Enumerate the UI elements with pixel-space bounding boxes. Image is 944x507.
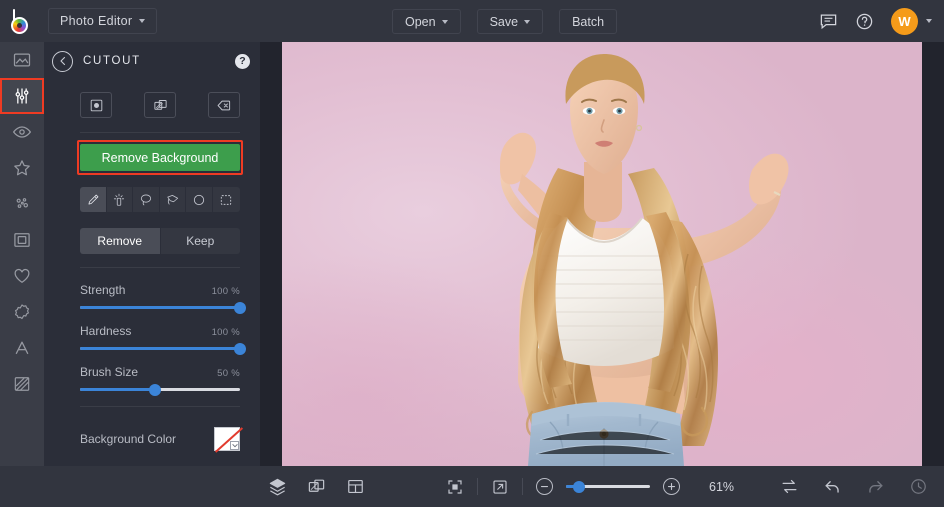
sidebar-item-artsy[interactable]	[0, 186, 44, 222]
batch-button[interactable]: Batch	[559, 9, 617, 34]
tool-brush[interactable]	[80, 187, 107, 212]
sidebar-item-text[interactable]	[0, 330, 44, 366]
sidebar-item-edit[interactable]	[0, 78, 44, 114]
tool-lasso[interactable]	[133, 187, 160, 212]
cutout-panel: CUTOUT ?	[44, 42, 260, 466]
hardness-track[interactable]	[80, 347, 240, 350]
sidebar-item-effects[interactable]	[0, 150, 44, 186]
photo-canvas[interactable]	[260, 42, 944, 466]
zoom-slider-knob[interactable]	[573, 481, 585, 493]
sidebar-item-textures[interactable]	[0, 366, 44, 402]
brush-size-slider: Brush Size 50 %	[80, 365, 240, 391]
chevron-down-icon[interactable]	[230, 441, 239, 450]
mode-cutout-erase[interactable]	[208, 92, 240, 118]
top-right-actions: W	[819, 0, 932, 42]
layers-icon[interactable]	[268, 477, 287, 496]
chevron-down-icon[interactable]	[926, 19, 932, 23]
batch-label: Batch	[572, 15, 604, 29]
save-label: Save	[490, 15, 519, 29]
sidebar-item-image[interactable]	[0, 42, 44, 78]
strength-slider: Strength 100 %	[80, 283, 240, 309]
sidebar-item-graphics[interactable]	[0, 294, 44, 330]
chevron-down-icon	[524, 20, 530, 24]
top-actions: Open Save Batch	[392, 9, 617, 34]
app-switcher-label: Photo Editor	[60, 14, 132, 28]
tool-polygon-lasso[interactable]	[160, 187, 187, 212]
tool-magic-wand[interactable]	[107, 187, 134, 212]
background-color-label: Background Color	[80, 432, 176, 446]
save-button[interactable]: Save	[477, 9, 544, 34]
app-logo[interactable]	[0, 0, 44, 42]
brush-size-knob[interactable]	[149, 384, 161, 396]
portrait-figure	[282, 42, 922, 466]
zoom-slider[interactable]	[566, 485, 650, 488]
hardness-value: 100 %	[212, 327, 240, 338]
zoom-controls: 61%	[446, 478, 743, 496]
bottom-toolbar: 61%	[0, 466, 944, 507]
expand-arrow-icon[interactable]	[491, 478, 509, 496]
question-circle-icon[interactable]	[855, 12, 874, 31]
brush-size-value: 50 %	[217, 368, 240, 379]
hardness-label: Hardness	[80, 324, 131, 338]
divider	[80, 132, 240, 133]
remove-background-label: Remove Background	[102, 151, 219, 165]
strength-value: 100 %	[212, 286, 240, 297]
mode-cutout-single[interactable]	[80, 92, 112, 118]
open-label: Open	[405, 15, 436, 29]
zoom-out-button[interactable]	[536, 478, 553, 495]
tool-ellipse[interactable]	[186, 187, 213, 212]
strength-knob[interactable]	[234, 302, 246, 314]
question-mark-icon[interactable]: ?	[235, 54, 250, 69]
crop-overlap-icon[interactable]	[307, 477, 326, 496]
divider	[522, 478, 523, 495]
strength-track[interactable]	[80, 306, 240, 309]
segment-keep[interactable]: Keep	[160, 228, 241, 254]
zoom-in-button[interactable]	[663, 478, 680, 495]
panel-body: Remove Background	[80, 80, 240, 498]
remove-background-button[interactable]: Remove Background	[80, 144, 240, 171]
brush-size-track[interactable]	[80, 388, 240, 391]
strength-label: Strength	[80, 283, 125, 297]
selection-tools-row	[80, 187, 240, 212]
chat-bubble-icon[interactable]	[819, 12, 838, 31]
left-icon-rail	[0, 42, 44, 466]
hardness-knob[interactable]	[234, 343, 246, 355]
mode-cutout-layers[interactable]	[144, 92, 176, 118]
befunky-logo-icon	[11, 9, 34, 34]
page-title: CUTOUT	[83, 55, 225, 67]
clock-icon[interactable]	[909, 477, 928, 496]
tool-rectangle[interactable]	[213, 187, 240, 212]
redo-arrow-icon[interactable]	[866, 477, 885, 496]
cutout-mode-row	[80, 80, 240, 132]
swap-arrows-icon[interactable]	[780, 477, 799, 496]
brush-size-label: Brush Size	[80, 365, 138, 379]
panel-header: CUTOUT ?	[44, 42, 260, 80]
back-arrow-icon[interactable]	[52, 51, 73, 72]
background-color-swatch[interactable]	[214, 427, 240, 451]
sidebar-item-touchup[interactable]	[0, 114, 44, 150]
avatar[interactable]: W	[891, 8, 918, 35]
photo-image[interactable]	[282, 42, 922, 466]
zoom-level-label: 61%	[709, 480, 743, 494]
chevron-down-icon	[442, 20, 448, 24]
top-toolbar: Photo Editor Open Save Batch	[0, 0, 944, 42]
undo-arrow-icon[interactable]	[823, 477, 842, 496]
grid-layout-icon[interactable]	[346, 477, 365, 496]
open-button[interactable]: Open	[392, 9, 461, 34]
fit-screen-icon[interactable]	[446, 478, 464, 496]
remove-keep-toggle: Remove Keep	[80, 228, 240, 254]
segment-remove[interactable]: Remove	[80, 228, 160, 254]
app-switcher[interactable]: Photo Editor	[48, 8, 157, 34]
divider	[477, 478, 478, 495]
hardness-slider: Hardness 100 %	[80, 324, 240, 350]
bottom-left-tools	[268, 477, 365, 496]
chevron-down-icon	[139, 19, 145, 23]
sidebar-item-overlays[interactable]	[0, 258, 44, 294]
background-color-row: Background Color	[80, 427, 240, 451]
sidebar-item-frames[interactable]	[0, 222, 44, 258]
bottom-right-tools	[780, 477, 928, 496]
